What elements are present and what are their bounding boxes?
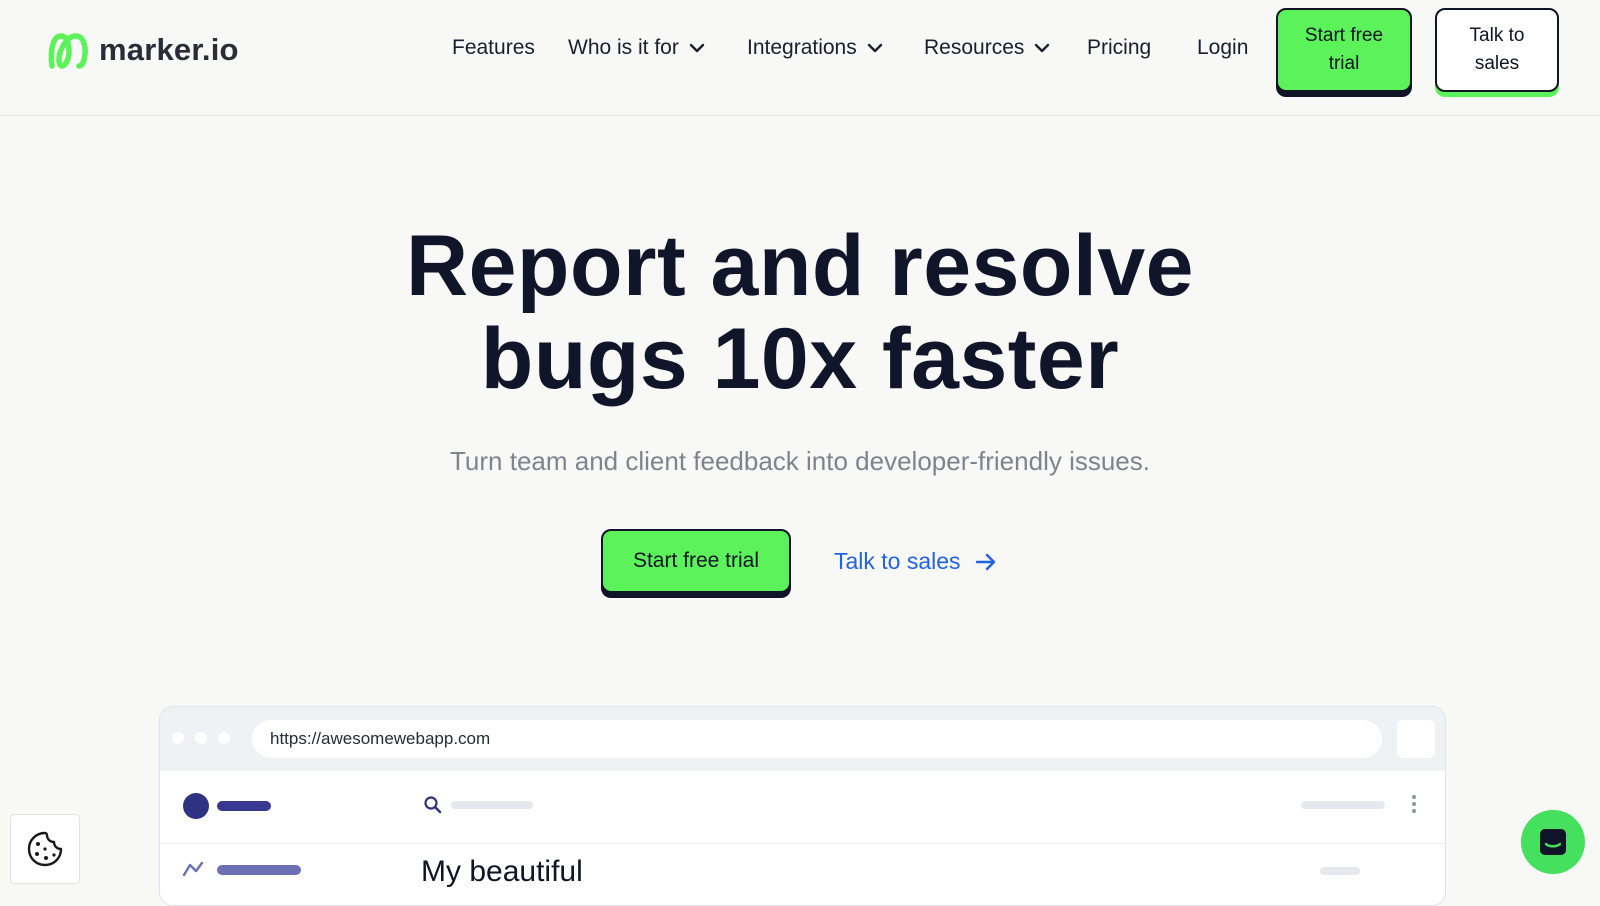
nav-pricing-label: Pricing (1087, 36, 1152, 59)
chevron-down-icon (867, 43, 882, 53)
window-dot (195, 732, 207, 744)
chat-icon (1540, 829, 1566, 855)
mock-avatar (183, 793, 209, 819)
hero-start-trial-label: Start free trial (632, 549, 760, 572)
hero-talk-to-sales-label: Talk to sales (834, 548, 961, 574)
logo-text: marker.io (99, 32, 239, 67)
mock-row-icon (182, 861, 204, 877)
nav-integrations-label: Integrations (747, 36, 857, 59)
nav-who-is-it-for[interactable]: Who is it for (568, 36, 705, 60)
site-header: marker.io Features Who is it for Integra… (0, 0, 1600, 116)
mock-page-title: My beautiful (421, 855, 583, 888)
nav-login-label: Login (1197, 36, 1249, 59)
arrow-right-icon (975, 553, 995, 570)
nav-features-label: Features (452, 36, 535, 59)
hero-talk-to-sales-link[interactable]: Talk to sales (834, 548, 997, 575)
cookie-icon (27, 831, 63, 867)
mock-header-placeholder (1301, 801, 1385, 809)
nav-login[interactable]: Login (1197, 36, 1248, 60)
nav-resources[interactable]: Resources (924, 36, 1050, 60)
nav-who-label: Who is it for (568, 36, 679, 59)
mock-search-placeholder (451, 801, 533, 809)
marker-logo-icon (48, 33, 88, 69)
mock-row-pill (217, 865, 301, 875)
header-talk-to-sales-label: Talk to sales (1469, 25, 1525, 74)
browser-toolbar: https://awesomewebapp.com (160, 707, 1445, 771)
hero-subtitle: Turn team and client feedback into devel… (450, 446, 1150, 476)
header-start-trial-button[interactable]: Start free trial (1276, 8, 1412, 92)
hero-start-trial-button[interactable]: Start free trial (601, 529, 791, 593)
mock-app-header (160, 771, 1445, 844)
chat-widget-button[interactable] (1521, 810, 1585, 874)
logo-link[interactable]: marker.io (47, 29, 239, 71)
mock-brand-pill (217, 801, 271, 811)
nav-integrations[interactable]: Integrations (747, 36, 883, 60)
nav-features[interactable]: Features (452, 36, 535, 60)
nav-pricing[interactable]: Pricing (1087, 36, 1151, 60)
hero-title-line-2: bugs 10x faster (480, 311, 1120, 407)
window-dot (172, 732, 184, 744)
search-icon (424, 796, 442, 814)
chevron-down-icon (1035, 43, 1050, 53)
address-bar: https://awesomewebapp.com (252, 720, 1382, 758)
browser-mockup: https://awesomewebapp.com My beautiful (159, 706, 1446, 906)
chevron-down-icon (689, 43, 705, 53)
kebab-menu-icon (1412, 795, 1416, 816)
hero-title: Report and resolve bugs 10x faster (0, 220, 1600, 406)
cookie-settings-button[interactable] (10, 814, 80, 884)
header-talk-to-sales-button[interactable]: Talk to sales (1435, 8, 1559, 92)
mock-row-placeholder (1320, 867, 1360, 875)
toolbar-extension-square (1397, 720, 1435, 758)
window-dot (218, 732, 230, 744)
hero-title-line-1: Report and resolve (406, 218, 1194, 314)
nav-resources-label: Resources (924, 36, 1025, 59)
header-start-trial-label: Start free trial (1304, 25, 1384, 74)
